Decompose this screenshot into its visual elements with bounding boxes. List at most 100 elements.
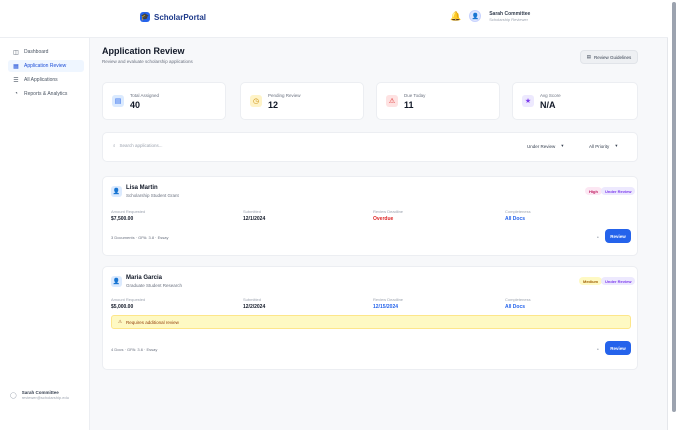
field-label: Review Deadline	[373, 297, 404, 302]
review-guidelines-label: Review Guidelines	[593, 54, 632, 60]
warning-icon: ⚠	[386, 95, 398, 107]
list-icon: ☰	[13, 77, 19, 84]
stat-card-pending: ◷ Pending Review 12	[240, 82, 364, 120]
sidebar-item-label: All Applications	[24, 77, 58, 83]
page-subtitle: Review and evaluate scholarship applicat…	[102, 59, 193, 64]
filter-bar: ⌕ Search applications... Under Review ▾ …	[102, 132, 638, 162]
user-role: Scholarship Reviewer	[489, 16, 528, 22]
sidebar-user-email: reviewer@scholarship.edu	[21, 395, 69, 400]
sidebar-item-label: Application Review	[24, 63, 67, 69]
app-name: ScholarPortal	[154, 12, 207, 22]
app-logo[interactable]: 🎓 ScholarPortal	[140, 12, 206, 22]
field-label: Amount Requested	[111, 209, 146, 214]
field-label: Review Deadline	[373, 209, 404, 214]
stat-value: 12	[268, 100, 279, 110]
stat-label: Pending Review	[268, 93, 301, 98]
status-select[interactable]: Under Review ▾	[527, 143, 564, 149]
status-badge: Under Review	[601, 277, 636, 285]
applicant-program: Graduate Student Research	[126, 283, 183, 288]
field-value: Overdue	[373, 216, 394, 222]
stat-label: Due Today	[404, 93, 426, 98]
avatar[interactable]: 👤	[469, 10, 482, 22]
alert-text: Requires additional review	[126, 319, 179, 325]
applicant-name: Lisa Martin	[126, 185, 158, 191]
clock-icon: ◷	[250, 95, 262, 107]
amount-field: Amount Requested $7,500.00	[111, 209, 145, 222]
sidebar-item-dashboard[interactable]: ◫ Dashboard	[8, 46, 84, 58]
field-label: Submitted	[243, 209, 262, 214]
priority-badge: Medium	[579, 277, 603, 285]
search-icon: ⌕	[113, 143, 116, 148]
field-value: 12/2/2024	[243, 304, 266, 310]
sidebar-item-reports[interactable]: ◔ Reports & Analytics	[8, 88, 84, 100]
application-card[interactable]: 👤 Lisa Martin Scholarship Student Grant …	[102, 176, 638, 256]
application-meta: 4 Docs · GPA: 3.6 · Essay	[111, 347, 158, 352]
user-icon: 👤	[111, 276, 122, 287]
field-value: 12/1/2024	[243, 216, 266, 222]
field-label: Amount Requested	[111, 297, 146, 302]
stat-value: N/A	[540, 100, 556, 110]
more-icon[interactable]: •	[597, 235, 599, 241]
stat-card-total: ▤ Total Assigned 40	[102, 82, 226, 120]
review-guidelines-button[interactable]: ▤ Review Guidelines	[580, 50, 638, 64]
status-badge: Under Review	[601, 187, 636, 195]
priority-select-value: All Priority	[589, 143, 610, 149]
stat-card-due-today: ⚠ Due Today 11	[376, 82, 500, 120]
review-alert: ⚠ Requires additional review	[111, 315, 631, 329]
chevron-down-icon: ▾	[615, 143, 618, 148]
applicant-name: Maria Garcia	[126, 275, 163, 281]
stat-card-avg-score: ★ Avg Score N/A	[512, 82, 638, 120]
submitted-field: Submitted 12/2/2024	[243, 297, 265, 310]
user-icon: 👤	[111, 186, 122, 197]
bell-icon[interactable]: 🔔	[450, 11, 461, 22]
chevron-down-icon: ▾	[561, 143, 564, 148]
document-icon: ▤	[112, 95, 124, 107]
graduation-cap-icon: 🎓	[140, 12, 150, 22]
deadline-field: Review Deadline 12/15/2024	[373, 297, 403, 310]
warning-icon: ⚠	[118, 319, 123, 324]
stat-value: 40	[130, 100, 141, 110]
user-icon: ◯	[10, 392, 17, 399]
field-value: All Docs	[505, 216, 526, 222]
priority-badge: High	[585, 187, 602, 195]
deadline-field: Review Deadline Overdue	[373, 209, 403, 222]
header-actions: 🔔 👤 Sarah Committee Scholarship Reviewer	[450, 10, 530, 22]
app-frame: 🎓 ScholarPortal 🔔 👤 Sarah Committee Scho…	[0, 0, 668, 430]
document-icon: ▤	[586, 54, 591, 59]
field-label: Completeness	[505, 209, 531, 214]
review-button[interactable]: Review	[605, 341, 631, 355]
chart-icon: ◔	[14, 91, 18, 97]
priority-select[interactable]: All Priority ▾	[589, 143, 618, 149]
field-value: $5,000.00	[111, 304, 134, 310]
field-label: Completeness	[505, 297, 531, 302]
sidebar-item-all-applications[interactable]: ☰ All Applications	[8, 74, 84, 86]
application-card[interactable]: 👤 Maria Garcia Graduate Student Research…	[102, 266, 638, 370]
sidebar-item-application-review[interactable]: ▦ Application Review	[8, 60, 84, 72]
sidebar-item-label: Reports & Analytics	[24, 91, 68, 97]
stat-label: Avg Score	[540, 93, 561, 98]
scrollbar[interactable]	[668, 0, 681, 430]
review-icon: ▦	[13, 63, 19, 70]
completeness-field: Completeness All Docs	[505, 297, 531, 310]
submitted-field: Submitted 12/1/2024	[243, 209, 265, 222]
search-placeholder: Search applications...	[119, 143, 163, 148]
sidebar-user[interactable]: ◯ Sarah Committee reviewer@scholarship.e…	[10, 390, 69, 400]
stat-value: 11	[404, 100, 414, 110]
search-input[interactable]: ⌕ Search applications...	[113, 143, 163, 148]
application-meta: 3 Documents · GPA: 3.8 · Essay	[111, 235, 169, 240]
applicant-program: Scholarship Student Grant	[126, 193, 179, 198]
star-icon: ★	[522, 95, 534, 107]
review-button[interactable]: Review	[605, 229, 631, 243]
top-bar: 🎓 ScholarPortal 🔔 👤 Sarah Committee Scho…	[0, 0, 668, 38]
field-label: Submitted	[243, 297, 262, 302]
sidebar-item-label: Dashboard	[24, 49, 49, 55]
dashboard-icon: ◫	[13, 49, 19, 56]
field-value: $7,500.00	[111, 216, 134, 222]
amount-field: Amount Requested $5,000.00	[111, 297, 145, 310]
scrollbar-thumb[interactable]	[672, 2, 676, 412]
status-select-value: Under Review	[527, 143, 556, 149]
stat-label: Total Assigned	[130, 93, 160, 98]
more-icon[interactable]: •	[597, 347, 599, 353]
field-value: 12/15/2024	[373, 304, 399, 310]
sidebar: ◫ Dashboard ▦ Application Review ☰ All A…	[0, 38, 90, 430]
